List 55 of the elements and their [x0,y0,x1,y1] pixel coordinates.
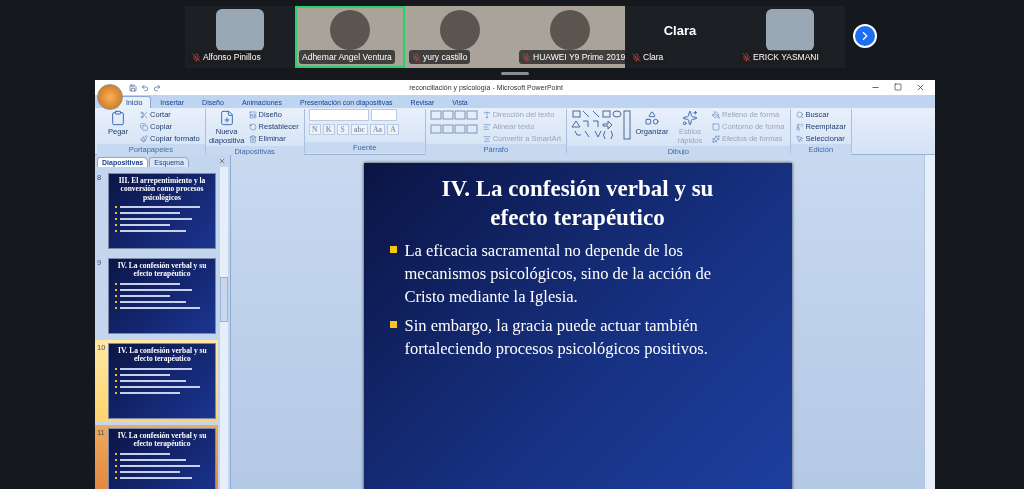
office-button[interactable] [97,84,123,110]
ribbon-icon [218,110,235,126]
ribbon-icon [795,134,804,143]
bullet-text: Sin embargo, la gracia puede actuar también fortaleciendo procesos psicológicos positivos. [404,314,709,360]
ribbon-icon [248,110,257,119]
participant-name: Alfonso Pinillos [189,50,264,64]
mic-off-icon [522,52,531,62]
undo-icon[interactable] [141,83,149,92]
ribbon-icon [644,110,660,126]
ribbon-icon [482,134,491,143]
mic-off-icon [632,52,641,62]
next-page-button[interactable] [853,24,877,48]
ribbon-icon [140,122,148,131]
avatar-placeholder [766,9,814,51]
participant-name: yury castillo [409,50,471,64]
mic-off-icon [412,52,421,62]
ribbon-icon [110,110,126,126]
participant-name: ERICK YASMANI [739,50,822,64]
bullet-text: La eficacia sacramental no depende de los mecanismos psicológicos, sino de la acción de Cristo mediante la Iglesia. [404,239,713,308]
scrollbar[interactable] [924,155,935,489]
ribbon-icon [712,134,720,143]
mic-off-icon [742,52,751,62]
bullet-icon [389,245,397,253]
ribbon-icon [712,110,720,119]
shapes-gallery-icon [571,109,631,141]
slide-title: IV. La confesión verbal y su efecto terapéutico [440,175,715,232]
scrollbar-thumb[interactable] [220,277,228,322]
font-size-field[interactable] [370,109,397,121]
participant-display-name: Clara [663,22,697,38]
redo-icon[interactable] [153,83,161,92]
video-placeholder [550,10,590,50]
participant-name: Clara [629,50,667,64]
participant-name: Adhemar Angel Ventura [299,50,395,64]
ribbon-icon [795,110,804,119]
ribbon-icon [140,134,148,143]
avatar-placeholder [216,9,264,51]
ribbon-icon [795,122,804,131]
ribbon-icon [248,122,257,131]
ribbon-icon [712,122,720,131]
font-name-field[interactable] [308,109,369,121]
ribbon-icon [682,110,698,126]
participant-name: HUAWEI Y9 Prime 2019 [519,50,629,64]
ribbon-icon [482,122,491,131]
close-icon[interactable] [218,157,226,165]
ribbon-icon [482,110,491,119]
mic-off-icon [192,52,201,62]
ribbon-icon [140,110,148,119]
drag-handle[interactable] [501,72,529,75]
video-placeholder [440,10,480,50]
ribbon-icon [248,134,257,143]
close-icon[interactable] [916,83,925,92]
save-icon[interactable] [129,83,137,92]
maximize-icon[interactable] [894,83,902,91]
bullet-icon [389,320,397,328]
video-placeholder [330,10,370,50]
